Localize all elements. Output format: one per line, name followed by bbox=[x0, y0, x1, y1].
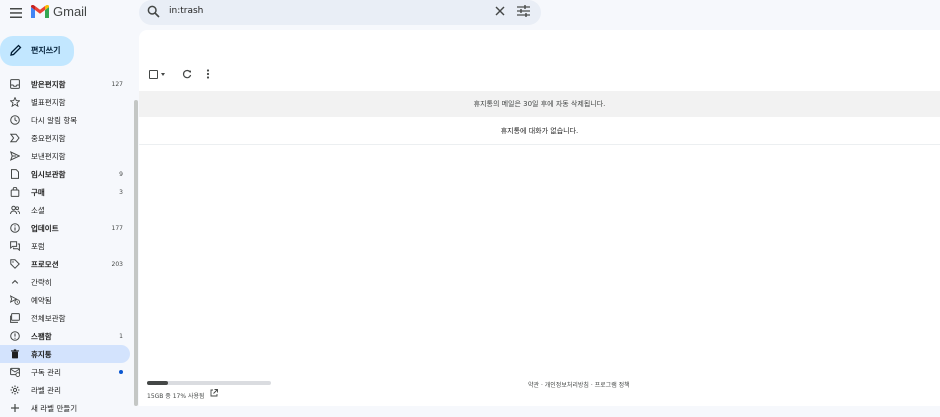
refresh-icon[interactable] bbox=[182, 69, 192, 79]
empty-state: 휴지통에 대화가 없습니다. bbox=[139, 117, 940, 145]
sidebar-item-plus[interactable]: 새 라벨 만들기 bbox=[0, 399, 130, 417]
trash-icon bbox=[11, 349, 19, 359]
send-icon bbox=[10, 151, 20, 161]
gmail-m-icon bbox=[31, 5, 49, 18]
top-bar: Gmail in:trash bbox=[0, 0, 940, 28]
sidebar-item-label: 보낸편지함 bbox=[31, 151, 66, 161]
hamburger-menu-icon bbox=[10, 8, 22, 18]
select-dropdown-icon[interactable] bbox=[161, 73, 165, 76]
settings-icon bbox=[10, 385, 20, 395]
sidebar-item-trash[interactable]: 휴지통 bbox=[0, 345, 130, 363]
sidebar-item-label: 프로모션 bbox=[31, 259, 59, 269]
sidebar-item-label: 포럼 bbox=[31, 241, 45, 251]
search-icon[interactable] bbox=[147, 5, 160, 18]
sidebar-item-label: 예약됨 bbox=[31, 295, 52, 305]
sidebar-item-count: 127 bbox=[111, 80, 123, 88]
search-options-icon[interactable] bbox=[517, 5, 530, 17]
clock-icon bbox=[10, 115, 20, 125]
sidebar-item-info[interactable]: 업데이트 177 bbox=[0, 219, 130, 237]
info-icon bbox=[10, 223, 20, 233]
gmail-logo[interactable]: Gmail bbox=[31, 4, 87, 19]
open-in-new-icon[interactable] bbox=[210, 389, 218, 397]
sidebar-item-count: 9 bbox=[119, 170, 123, 178]
storage-bar bbox=[147, 381, 271, 385]
scheduled-icon bbox=[10, 295, 20, 305]
sidebar-item-forum[interactable]: 포럼 bbox=[0, 237, 130, 255]
sidebar-item-label: 구독 관리 bbox=[31, 367, 61, 377]
banner-text: 휴지통의 메일은 30일 후에 자동 삭제됩니다. bbox=[473, 100, 606, 108]
sidebar-item-inbox[interactable]: 받은편지함 127 bbox=[0, 75, 130, 93]
sidebar-item-label: 중요편지함 bbox=[31, 133, 66, 143]
sidebar-item-count: 3 bbox=[119, 188, 123, 196]
sidebar-item-scheduled[interactable]: 예약됨 bbox=[0, 291, 130, 309]
storage-text: 15GB 중 17% 사용됨 bbox=[147, 393, 205, 400]
sidebar-item-label: 스팸함 bbox=[31, 331, 52, 341]
draft-icon bbox=[11, 169, 19, 179]
chevron-up-icon bbox=[11, 279, 19, 284]
sidebar-item-tag[interactable]: 프로모션 203 bbox=[0, 255, 130, 273]
sidebar-item-clock[interactable]: 다시 알림 항목 bbox=[0, 111, 130, 129]
sidebar-item-chevron-up[interactable]: 간략히 bbox=[0, 273, 130, 291]
notification-dot bbox=[119, 370, 123, 374]
sidebar-item-settings[interactable]: 라벨 관리 bbox=[0, 381, 130, 399]
pencil-icon bbox=[10, 44, 22, 56]
clear-search-icon[interactable] bbox=[494, 5, 506, 17]
footer-links[interactable]: 약관 · 개인정보처리방침 · 프로그램 정책 bbox=[528, 380, 630, 389]
sidebar-item-people[interactable]: 소셜 bbox=[0, 201, 130, 219]
sidebar-item-label: 업데이트 bbox=[31, 223, 59, 233]
main-panel: 휴지통의 메일은 30일 후에 자동 삭제됩니다. 휴지통에 대화가 없습니다.… bbox=[139, 30, 940, 406]
sidebar-item-draft[interactable]: 임시보관함 9 bbox=[0, 165, 130, 183]
plus-icon bbox=[11, 404, 19, 412]
main-menu-button[interactable] bbox=[6, 3, 26, 23]
forum-icon bbox=[10, 241, 20, 251]
sidebar-item-label: 전체보관함 bbox=[31, 313, 66, 323]
sidebar-item-spam[interactable]: 스팸함 1 bbox=[0, 327, 130, 345]
sidebar-item-label: 새 라벨 만들기 bbox=[31, 403, 78, 413]
compose-label: 편지쓰기 bbox=[31, 46, 61, 55]
sidebar-item-important[interactable]: 중요편지함 bbox=[0, 129, 130, 147]
sidebar-item-label: 간략히 bbox=[31, 277, 52, 287]
tag-icon bbox=[10, 259, 20, 269]
empty-message: 휴지통에 대화가 없습니다. bbox=[500, 126, 579, 135]
sidebar-item-label: 받은편지함 bbox=[31, 79, 66, 89]
inbox-icon bbox=[10, 79, 20, 89]
sidebar-item-subscriptions[interactable]: 구독 관리 bbox=[0, 363, 130, 381]
storage-bar-fill bbox=[147, 381, 169, 385]
sidebar-item-label: 임시보관함 bbox=[31, 169, 66, 179]
sidebar-item-send[interactable]: 보낸편지함 bbox=[0, 147, 130, 165]
spam-icon bbox=[10, 331, 20, 341]
sidebar-item-all-mail[interactable]: 전체보관함 bbox=[0, 309, 130, 327]
sidebar-item-label: 다시 알림 항목 bbox=[31, 115, 78, 125]
sidebar-scrollbar[interactable] bbox=[134, 100, 138, 406]
more-options-icon[interactable] bbox=[205, 69, 211, 79]
select-all-checkbox[interactable] bbox=[149, 70, 158, 79]
sidebar-item-label: 소셜 bbox=[31, 205, 45, 215]
purchase-icon bbox=[10, 187, 20, 197]
list-toolbar bbox=[139, 68, 940, 82]
subscriptions-icon bbox=[10, 367, 20, 377]
sidebar-item-count: 177 bbox=[111, 224, 123, 232]
people-icon bbox=[10, 205, 20, 215]
sidebar-item-count: 203 bbox=[111, 260, 123, 268]
sidebar-item-count: 1 bbox=[119, 332, 123, 340]
sidebar-item-label: 휴지통 bbox=[31, 349, 52, 359]
sidebar-item-purchase[interactable]: 구매 3 bbox=[0, 183, 130, 201]
sidebar-item-label: 구매 bbox=[31, 187, 45, 197]
search-bar[interactable]: in:trash bbox=[139, 0, 541, 25]
sidebar-item-label: 라벨 관리 bbox=[31, 385, 61, 395]
important-icon bbox=[10, 133, 20, 143]
trash-info-banner: 휴지통의 메일은 30일 후에 자동 삭제됩니다. bbox=[139, 91, 940, 117]
search-input[interactable]: in:trash bbox=[169, 6, 203, 16]
star-icon bbox=[10, 97, 20, 107]
sidebar-item-label: 별표편지함 bbox=[31, 97, 66, 107]
compose-button[interactable]: 편지쓰기 bbox=[0, 36, 74, 66]
all-mail-icon bbox=[10, 313, 20, 323]
sidebar-nav: 받은편지함 127 별표편지함다시 알림 항목중요편지함보낸편지함임시보관함 9 구매 3… bbox=[0, 75, 130, 417]
app-name: Gmail bbox=[53, 4, 87, 19]
sidebar-item-star[interactable]: 별표편지함 bbox=[0, 93, 130, 111]
